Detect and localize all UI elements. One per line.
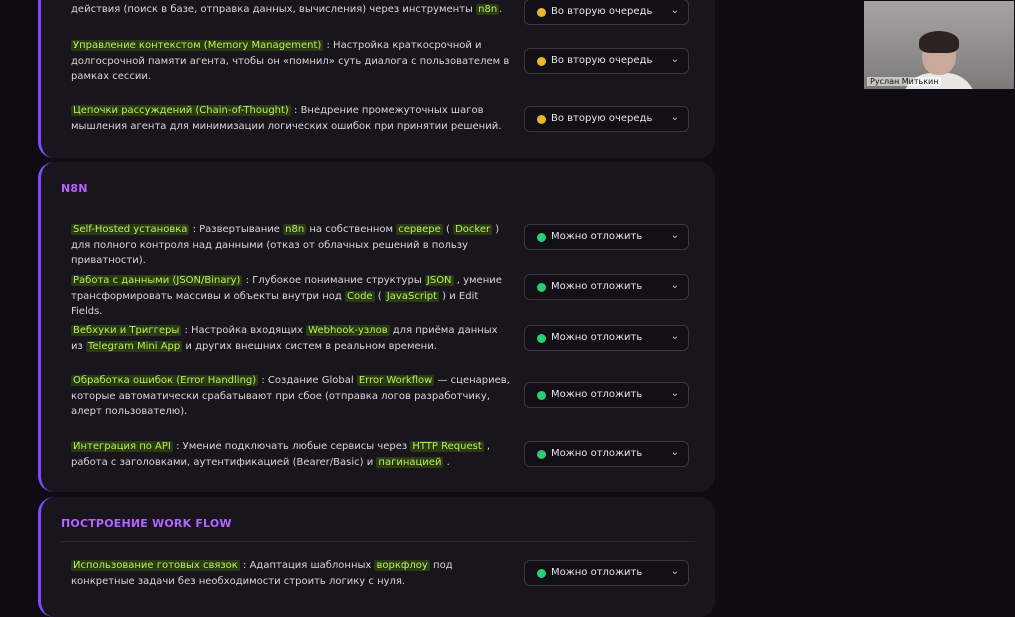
section-card-workflow: ПОСТРОЕНИЕ WORK FLOW Использование готов… <box>38 497 715 617</box>
topic-description: Использование готовых связок : Адаптация… <box>71 558 511 589</box>
topic-row: Вебхуки и Триггеры : Настройка входящих … <box>71 323 716 363</box>
yellow-dot-icon <box>537 57 546 66</box>
desc-text: : Умение подключать любые сервисы через <box>172 441 411 452</box>
desc-text: действия (поиск в базе, отправка данных,… <box>71 4 477 15</box>
priority-select[interactable]: Можно отложить ⌄ <box>524 560 689 586</box>
topic-title: Self-Hosted установка <box>71 224 190 235</box>
highlight-term: пагинацией <box>376 456 444 468</box>
desc-text: . <box>443 456 450 468</box>
section-title: ПОСТРОЕНИЕ WORK FLOW <box>61 517 232 530</box>
priority-select[interactable]: Во вторую очередь ⌄ <box>524 0 689 25</box>
green-dot-icon <box>537 233 546 242</box>
topic-row: Работа с данными (JSON/Binary) : Глубоко… <box>71 273 716 317</box>
chevron-down-icon: ⌄ <box>670 230 679 241</box>
priority-value: Во вторую очередь <box>551 113 653 124</box>
topic-title: Работа с данными (JSON/Binary) <box>71 275 243 286</box>
desc-text: . <box>499 4 503 15</box>
priority-select[interactable]: Можно отложить ⌄ <box>524 274 689 300</box>
topic-row: Интеграция по API : Умение подключать лю… <box>71 439 716 479</box>
topic-row: действия (поиск в базе, отправка данных,… <box>71 0 716 42</box>
priority-value: Во вторую очередь <box>551 55 653 66</box>
chevron-down-icon: ⌄ <box>670 388 679 399</box>
priority-value: Можно отложить <box>551 389 643 400</box>
topic-title: Интеграция по API <box>71 441 173 452</box>
chevron-down-icon: ⌄ <box>670 566 679 577</box>
priority-select[interactable]: Во вторую очередь ⌄ <box>524 48 689 74</box>
topic-title: Цепочки рассуждений (Chain-of-Thought) <box>71 105 291 116</box>
highlight-term: HTTP Request <box>410 441 484 452</box>
priority-value: Во вторую очередь <box>551 6 653 17</box>
topic-title: Вебхуки и Триггеры <box>71 325 182 336</box>
webcam-tile: Руслан Митькин <box>864 1 1014 89</box>
desc-text: : Создание Global <box>258 375 357 386</box>
topic-description: Цепочки рассуждений (Chain-of-Thought) :… <box>71 103 511 134</box>
topic-title: Использование готовых связок <box>71 560 240 571</box>
priority-value: Можно отложить <box>551 231 643 242</box>
highlight-term: Code <box>344 290 375 302</box>
priority-select[interactable]: Можно отложить ⌄ <box>524 325 689 351</box>
green-dot-icon <box>537 283 546 292</box>
priority-value: Можно отложить <box>551 281 643 292</box>
chevron-down-icon: ⌄ <box>670 331 679 342</box>
participant-name: Руслан Митькин <box>867 77 942 86</box>
yellow-dot-icon <box>537 115 546 124</box>
priority-select[interactable]: Можно отложить ⌄ <box>524 441 689 467</box>
chevron-down-icon: ⌄ <box>670 280 679 291</box>
topic-title: Управление контекстом (Memory Management… <box>71 40 324 51</box>
highlight-term: JSON <box>424 275 454 286</box>
desc-text: : Развертывание <box>189 224 284 235</box>
topic-description: Интеграция по API : Умение подключать лю… <box>71 439 511 470</box>
highlight-term: сервере <box>396 224 443 235</box>
topic-description: Обработка ошибок (Error Handling) : Созд… <box>71 373 511 420</box>
section-card-n8n: N8N Self-Hosted установка : Развертывани… <box>38 162 715 492</box>
desc-text: и других внешних систем в реальном време… <box>182 340 437 352</box>
yellow-dot-icon <box>537 8 546 17</box>
highlight-term: Webhook-узлов <box>306 325 390 336</box>
highlight-term: n8n <box>283 224 307 235</box>
highlight-term: воркфлоу <box>374 560 430 571</box>
green-dot-icon <box>537 391 546 400</box>
topic-description: Self-Hosted установка : Развертывание n8… <box>71 222 511 269</box>
desc-text: ( <box>374 290 385 302</box>
desc-text: : Глубокое понимание структуры <box>242 275 425 286</box>
chevron-down-icon: ⌄ <box>670 54 679 65</box>
chevron-down-icon: ⌄ <box>670 5 679 16</box>
topic-row: Управление контекстом (Memory Management… <box>71 38 716 82</box>
topic-row: Self-Hosted установка : Развертывание n8… <box>71 222 716 266</box>
priority-select[interactable]: Во вторую очередь ⌄ <box>524 106 689 132</box>
highlight-term: Error Workflow <box>356 375 435 386</box>
desc-text: : Адаптация шаблонных <box>239 560 375 571</box>
green-dot-icon <box>537 334 546 343</box>
priority-value: Можно отложить <box>551 332 643 343</box>
highlight-term: Docker <box>453 224 493 235</box>
topic-description: действия (поиск в базе, отправка данных,… <box>71 2 511 18</box>
topic-description: Работа с данными (JSON/Binary) : Глубоко… <box>71 273 511 320</box>
green-dot-icon <box>537 450 546 459</box>
topic-row: Использование готовых связок : Адаптация… <box>71 558 716 598</box>
section-title: N8N <box>61 182 88 195</box>
chevron-down-icon: ⌄ <box>670 447 679 458</box>
topic-description: Вебхуки и Триггеры : Настройка входящих … <box>71 323 511 354</box>
section-divider <box>61 541 695 542</box>
highlight-term: JavaScript <box>384 290 439 302</box>
desc-text: ( <box>442 224 454 235</box>
section-card-ai-agents: действия (поиск в базе, отправка данных,… <box>38 0 715 158</box>
topic-title: Обработка ошибок (Error Handling) <box>71 375 259 386</box>
webcam-person-hair <box>919 31 959 53</box>
topic-row: Цепочки рассуждений (Chain-of-Thought) :… <box>71 103 716 143</box>
priority-select[interactable]: Можно отложить ⌄ <box>524 382 689 408</box>
desc-text: на собственном <box>306 224 397 235</box>
desc-text: : Настройка входящих <box>181 325 307 336</box>
topic-description: Управление контекстом (Memory Management… <box>71 38 511 85</box>
chevron-down-icon: ⌄ <box>670 112 679 123</box>
priority-value: Можно отложить <box>551 567 643 578</box>
priority-value: Можно отложить <box>551 448 643 459</box>
priority-select[interactable]: Можно отложить ⌄ <box>524 224 689 250</box>
topic-row: Обработка ошибок (Error Handling) : Созд… <box>71 373 716 417</box>
highlight-term: Telegram Mini App <box>86 340 183 352</box>
highlight-term: n8n <box>476 4 500 15</box>
green-dot-icon <box>537 569 546 578</box>
